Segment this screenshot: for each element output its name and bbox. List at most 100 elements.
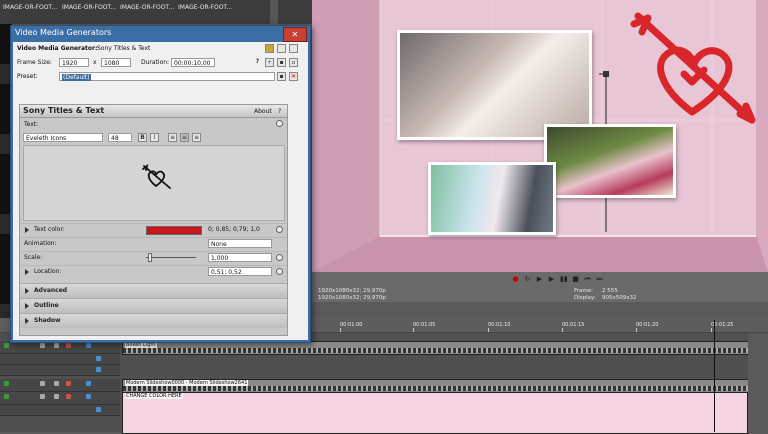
panel-title: Sony Titles & Text: [23, 106, 105, 115]
frame-value: 2 555: [602, 288, 618, 294]
expand-icon[interactable]: [25, 227, 29, 233]
media-bin-scrollbar[interactable]: [270, 0, 278, 24]
track-header-1-sub2: [0, 365, 120, 376]
track-automation-icon[interactable]: [96, 367, 101, 372]
text-keyframe-icon[interactable]: [276, 120, 283, 127]
track-fx-icon[interactable]: [54, 394, 59, 399]
preset-label: Preset:: [17, 73, 38, 80]
delete-preset-icon[interactable]: ✕: [289, 72, 298, 81]
preset-dropdown[interactable]: (Default): [59, 72, 275, 81]
generator-label: Video Media Generator:: [17, 45, 98, 52]
text-color-swatch[interactable]: [146, 226, 202, 235]
track-expand-icon[interactable]: [4, 394, 9, 399]
play-from-start-button[interactable]: ▶: [536, 276, 543, 283]
track-header-1-sub: [0, 354, 120, 365]
text-color-value[interactable]: 0; 0,85; 0,79; 1,0: [208, 226, 260, 233]
track-expand-icon[interactable]: [4, 343, 9, 348]
align-center-button[interactable]: ≡: [180, 133, 189, 142]
location-input[interactable]: 0,51; 0,52: [208, 267, 272, 276]
track-header-3[interactable]: [0, 392, 120, 405]
duration-input[interactable]: 00:00:10,00: [171, 58, 215, 67]
layout-single-icon[interactable]: [265, 44, 274, 53]
track-expand-icon[interactable]: [4, 381, 9, 386]
save-icon[interactable]: ▪: [277, 58, 286, 67]
panel-header: Sony Titles & Text About ?: [20, 105, 287, 118]
settings-icon[interactable]: ▫: [289, 58, 298, 67]
track-solo-icon[interactable]: [86, 394, 91, 399]
location-label: Location:: [34, 268, 62, 275]
track-fx-icon[interactable]: [54, 343, 59, 348]
text-edit-area[interactable]: [23, 145, 285, 221]
track-header-2[interactable]: [0, 379, 120, 392]
display-value: 905x509x32: [602, 295, 637, 301]
clip-thumbnails: [123, 348, 755, 353]
display-label: Display:: [574, 295, 596, 301]
loop-button[interactable]: ↻: [524, 276, 531, 283]
text-color-label: Text color:: [34, 226, 65, 233]
panel-help-link[interactable]: ?: [278, 108, 281, 115]
project-format: 1920x1080x32; 29,970p: [318, 288, 386, 294]
scale-keyframe-icon[interactable]: [276, 254, 283, 261]
media-item-label[interactable]: IMAGE-OR-FOOT...: [178, 4, 232, 11]
clip-modern-slideshow[interactable]: Modern Slideshow0000 - Modern Slideshow2…: [122, 379, 756, 393]
slideshow-photo-couple: [428, 162, 556, 235]
stop-button[interactable]: ■: [572, 276, 579, 283]
frame-height-input[interactable]: 1080: [101, 58, 131, 67]
track-mute-icon[interactable]: [66, 394, 71, 399]
layout-split-icon[interactable]: [277, 44, 286, 53]
track-solo-icon[interactable]: [86, 381, 91, 386]
align-right-button[interactable]: ≡: [192, 133, 201, 142]
track-mute-icon[interactable]: [66, 343, 71, 348]
track-fx-icon[interactable]: [54, 381, 59, 386]
track-mute-icon[interactable]: [66, 381, 71, 386]
section-advanced[interactable]: Advanced: [20, 283, 287, 298]
add-icon[interactable]: +: [265, 58, 274, 67]
animation-dropdown[interactable]: None: [208, 239, 272, 248]
close-button[interactable]: ✕: [283, 27, 307, 42]
track-solo-icon[interactable]: [86, 343, 91, 348]
italic-button[interactable]: I: [150, 133, 159, 142]
section-shadow[interactable]: Shadow: [20, 313, 287, 328]
media-item-label[interactable]: IMAGE-OR-FOOT...: [120, 4, 174, 11]
scale-input[interactable]: 1,000: [208, 253, 272, 262]
track-motion-icon[interactable]: [40, 343, 45, 348]
clip-color-change[interactable]: CHANGE COLOR HERE: [122, 392, 748, 434]
align-left-button[interactable]: ≡: [168, 133, 177, 142]
track-automation-icon[interactable]: [96, 407, 101, 412]
timeline-tracks: Bokeh Light Modern Slideshow0000 - Moder…: [0, 333, 768, 434]
location-row: Location: 0,51; 0,52: [20, 265, 287, 279]
location-keyframe-icon[interactable]: [276, 268, 283, 275]
playhead-cursor[interactable]: [714, 320, 715, 432]
color-keyframe-icon[interactable]: [276, 226, 283, 233]
save-preset-icon[interactable]: ▪: [277, 72, 286, 81]
bold-button[interactable]: B: [138, 133, 147, 142]
scale-slider-thumb[interactable]: [148, 253, 152, 262]
frame-width-input[interactable]: 1920: [59, 58, 89, 67]
expand-icon[interactable]: [25, 269, 29, 275]
section-outline[interactable]: Outline: [20, 298, 287, 313]
layout-list-icon[interactable]: [289, 44, 298, 53]
scale-slider-track[interactable]: [146, 257, 196, 258]
track-motion-icon[interactable]: [40, 381, 45, 386]
timeline-vertical-scrollbar[interactable]: [748, 333, 768, 432]
go-to-start-button[interactable]: ⏮: [584, 276, 591, 283]
media-bin-strip: IMAGE-OR-FOOT... IMAGE-OR-FOOT... IMAGE-…: [0, 0, 330, 24]
track-motion-icon[interactable]: [40, 394, 45, 399]
track-automation-icon[interactable]: [96, 356, 101, 361]
help-icon[interactable]: ?: [253, 58, 262, 67]
slideshow-photo-bouquet: [544, 124, 676, 198]
pause-button[interactable]: ▮▮: [560, 276, 568, 283]
go-to-end-button[interactable]: ⏭: [596, 276, 603, 283]
video-preview[interactable]: [312, 0, 768, 272]
clip-label: CHANGE COLOR HERE: [125, 393, 183, 399]
clip-bokeh-light[interactable]: Bokeh Light: [122, 341, 756, 355]
record-button[interactable]: ●: [512, 276, 519, 283]
play-button[interactable]: ▶: [548, 276, 555, 283]
about-link[interactable]: About: [254, 108, 272, 115]
font-dropdown[interactable]: Eveleth Icons: [23, 133, 103, 142]
ruler-tick: [488, 328, 489, 332]
font-size-dropdown[interactable]: 48: [108, 133, 132, 142]
media-item-label[interactable]: IMAGE-OR-FOOT...: [62, 4, 116, 11]
media-item-label[interactable]: IMAGE-OR-FOOT...: [3, 4, 57, 11]
clip-thumbnails: [123, 386, 755, 391]
